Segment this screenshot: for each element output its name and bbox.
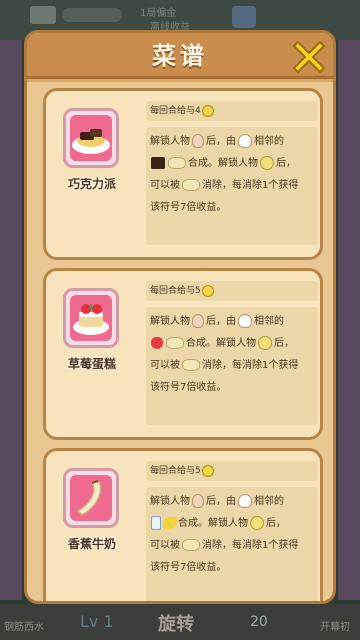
banana-milk-icon (70, 475, 112, 521)
desc-text: 后， (266, 518, 286, 529)
strawberry-cake-icon (70, 295, 112, 341)
milk-icon (151, 516, 161, 530)
background-right-strip (338, 40, 360, 600)
chef-icon (238, 134, 252, 148)
desc-text: 可以被 (150, 540, 180, 551)
desc-text: 该符号7倍收益。 (150, 562, 227, 573)
desc-text: 合成。解锁人物 (188, 158, 258, 169)
desc-text: 后，由 (206, 136, 236, 147)
reward-text: 每回合给与4 (150, 106, 201, 116)
desc-text: 消除，每消除1个获得 (202, 540, 299, 551)
desc-text: 相邻的 (254, 496, 284, 507)
recipe-icon-frame (63, 108, 119, 168)
cream-icon (168, 157, 186, 169)
background-bottom-bar: 钢筋西水 Lv 1 旋转 20 开幕初 (0, 604, 360, 640)
desc-text: 解锁人物 (150, 316, 190, 327)
recipe-card: 草莓蛋糕 每回合给与5 解锁人物 后，由 相邻的 合成。解锁人物 后， 可以被 消除，每… (43, 268, 323, 440)
person-icon (192, 134, 204, 148)
desc-text: 解锁人物 (150, 136, 190, 147)
girl-icon (250, 516, 264, 530)
recipe-card: 香蕉牛奶 每回合给与5 解锁人物 后，由 相邻的 合成。解锁人物 后， 可以被 消除，每… (43, 448, 323, 601)
flour-icon (166, 337, 184, 349)
desc-text: 合成。解锁人物 (186, 338, 256, 349)
chef-icon (238, 314, 252, 328)
bottom-item-1: 钢筋西水 (4, 622, 44, 633)
desc-text: 后，由 (206, 316, 236, 327)
recipe-list[interactable]: 巧克力派 每回合给与4 解锁人物 后，由 相邻的 合成。解锁人物 后， 可以被 消除，每… (27, 82, 333, 601)
desc-text: 相邻的 (254, 316, 284, 327)
recipe-reward: 每回合给与5 (146, 281, 318, 301)
desc-text: 消除，每消除1个获得 (202, 360, 299, 371)
coin-icon (201, 284, 214, 297)
chocolate-pie-icon (70, 115, 112, 161)
reward-text: 每回合给与5 (150, 286, 201, 296)
girl-icon (260, 156, 274, 170)
desc-text: 后，由 (206, 496, 236, 507)
desc-text: 该符号7倍收益。 (150, 202, 227, 213)
recipe-icon-frame (63, 468, 119, 528)
recipe-icon-frame (63, 288, 119, 348)
cat-icon (182, 539, 200, 551)
recipe-name: 香蕉牛奶 (67, 537, 116, 551)
person-icon (192, 314, 204, 328)
panel-header: 菜谱 (27, 33, 333, 79)
strawberry-icon (151, 337, 163, 349)
desc-text: 可以被 (150, 360, 180, 371)
coin-icon (201, 104, 214, 117)
bottom-item-5: 开幕初 (320, 622, 350, 633)
recipe-reward: 每回合给与4 (146, 101, 318, 121)
mail-icon (30, 6, 56, 24)
count-label: 20 (250, 614, 268, 630)
person-icon (192, 494, 204, 508)
desc-text: 该符号7倍收益。 (150, 382, 227, 393)
star-icon (232, 6, 256, 28)
recipe-name: 草莓蛋糕 (67, 357, 116, 371)
cat-icon (182, 359, 200, 371)
panel-title: 菜谱 (152, 42, 208, 70)
chocolate-icon (151, 157, 165, 169)
coin-icon (201, 464, 214, 477)
close-x-icon (293, 41, 325, 73)
desc-text: 解锁人物 (150, 496, 190, 507)
banana-icon (163, 517, 177, 529)
background-text-1: 1局偏金 (140, 8, 177, 19)
desc-text: 相邻的 (254, 136, 284, 147)
close-button[interactable] (291, 37, 327, 73)
recipe-description: 解锁人物 后，由 相邻的 合成。解锁人物 后， 可以被 消除，每消除1个获得 该符号7倍… (146, 307, 318, 425)
recipe-panel: 菜谱 巧克力派 每回合给与4 解锁人物 后，由 相邻的 合成。解锁人物 后， 可… (24, 30, 336, 604)
desc-text: 可以被 (150, 180, 180, 191)
chef-icon (238, 494, 252, 508)
level-label: Lv 1 (80, 612, 114, 631)
recipe-description: 解锁人物 后，由 相邻的 合成。解锁人物 后， 可以被 消除，每消除1个获得 该符号7倍… (146, 127, 318, 245)
spin-button: 旋转 (158, 614, 194, 635)
girl-icon (258, 336, 272, 350)
desc-text: 后， (276, 158, 296, 169)
cat-icon (182, 179, 200, 191)
coin-counter (62, 8, 122, 22)
recipe-card: 巧克力派 每回合给与4 解锁人物 后，由 相邻的 合成。解锁人物 后， 可以被 消除，每… (43, 88, 323, 260)
desc-text: 消除，每消除1个获得 (202, 180, 299, 191)
background-left-strip (0, 40, 22, 600)
recipe-reward: 每回合给与5 (146, 461, 318, 481)
recipe-name: 巧克力派 (67, 177, 116, 191)
desc-text: 后， (274, 338, 294, 349)
recipe-description: 解锁人物 后，由 相邻的 合成。解锁人物 后， 可以被 消除，每消除1个获得 该符号7倍… (146, 487, 318, 601)
desc-text: 合成。解锁人物 (178, 518, 248, 529)
reward-text: 每回合给与5 (150, 466, 201, 476)
